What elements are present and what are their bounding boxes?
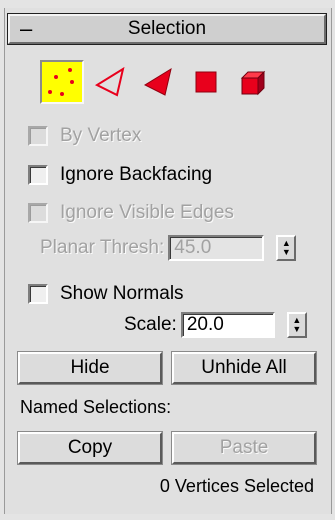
- by-vertex-option[interactable]: By Vertex: [28, 125, 141, 147]
- rollout-title: Selection: [127, 18, 207, 39]
- scale-field[interactable]: 20.0: [180, 312, 275, 338]
- ignore-visible-edges-checkbox[interactable]: [28, 203, 48, 223]
- unhide-all-button[interactable]: Unhide All: [171, 351, 317, 385]
- named-selections-label: Named Selections:: [20, 397, 172, 417]
- element-mode-button[interactable]: [232, 60, 276, 104]
- edge-mode-button[interactable]: [88, 60, 132, 104]
- planar-thresh-spinner: Planar Thresh: 45.0 ▲ ▼: [40, 235, 297, 261]
- ignore-backfacing-option[interactable]: Ignore Backfacing: [28, 164, 212, 186]
- by-vertex-checkbox[interactable]: [28, 126, 48, 146]
- face-triangle-icon: [143, 67, 172, 96]
- ignore-backfacing-checkbox[interactable]: [28, 165, 48, 185]
- ignore-backfacing-label: Ignore Backfacing: [60, 164, 213, 185]
- planar-thresh-label: Planar Thresh:: [40, 237, 165, 258]
- scale-spinner: Scale: 20.0 ▲ ▼: [124, 312, 307, 338]
- by-vertex-label: By Vertex: [60, 125, 142, 146]
- copy-button[interactable]: Copy: [17, 431, 163, 465]
- paste-button[interactable]: Paste: [171, 431, 317, 465]
- edge-triangle-outline-icon: [94, 67, 125, 97]
- show-normals-option[interactable]: Show Normals: [28, 283, 184, 305]
- selection-status-text: 0 Vertices Selected: [159, 476, 314, 496]
- scale-spinner-arrows[interactable]: ▲ ▼: [286, 312, 307, 338]
- vertex-dots-icon: [48, 68, 74, 96]
- polygon-mode-button[interactable]: [184, 60, 228, 104]
- planar-thresh-field[interactable]: 45.0: [168, 235, 265, 261]
- hide-button[interactable]: Hide: [17, 351, 163, 385]
- show-normals-label: Show Normals: [60, 283, 184, 304]
- ignore-visible-edges-option[interactable]: Ignore Visible Edges: [28, 202, 234, 224]
- scale-label: Scale:: [124, 314, 177, 335]
- rollout-title-bar[interactable]: – Selection: [7, 13, 327, 45]
- face-mode-button[interactable]: [136, 60, 180, 104]
- show-normals-checkbox[interactable]: [28, 284, 48, 304]
- planar-thresh-spinner-arrows[interactable]: ▲ ▼: [276, 235, 297, 261]
- ignore-visible-edges-label: Ignore Visible Edges: [60, 202, 234, 223]
- vertex-mode-button[interactable]: [40, 60, 84, 104]
- spinner-down-icon[interactable]: ▼: [282, 248, 291, 257]
- spinner-down-icon[interactable]: ▼: [292, 325, 301, 334]
- element-cube-icon: [240, 70, 266, 96]
- polygon-square-icon: [195, 71, 217, 93]
